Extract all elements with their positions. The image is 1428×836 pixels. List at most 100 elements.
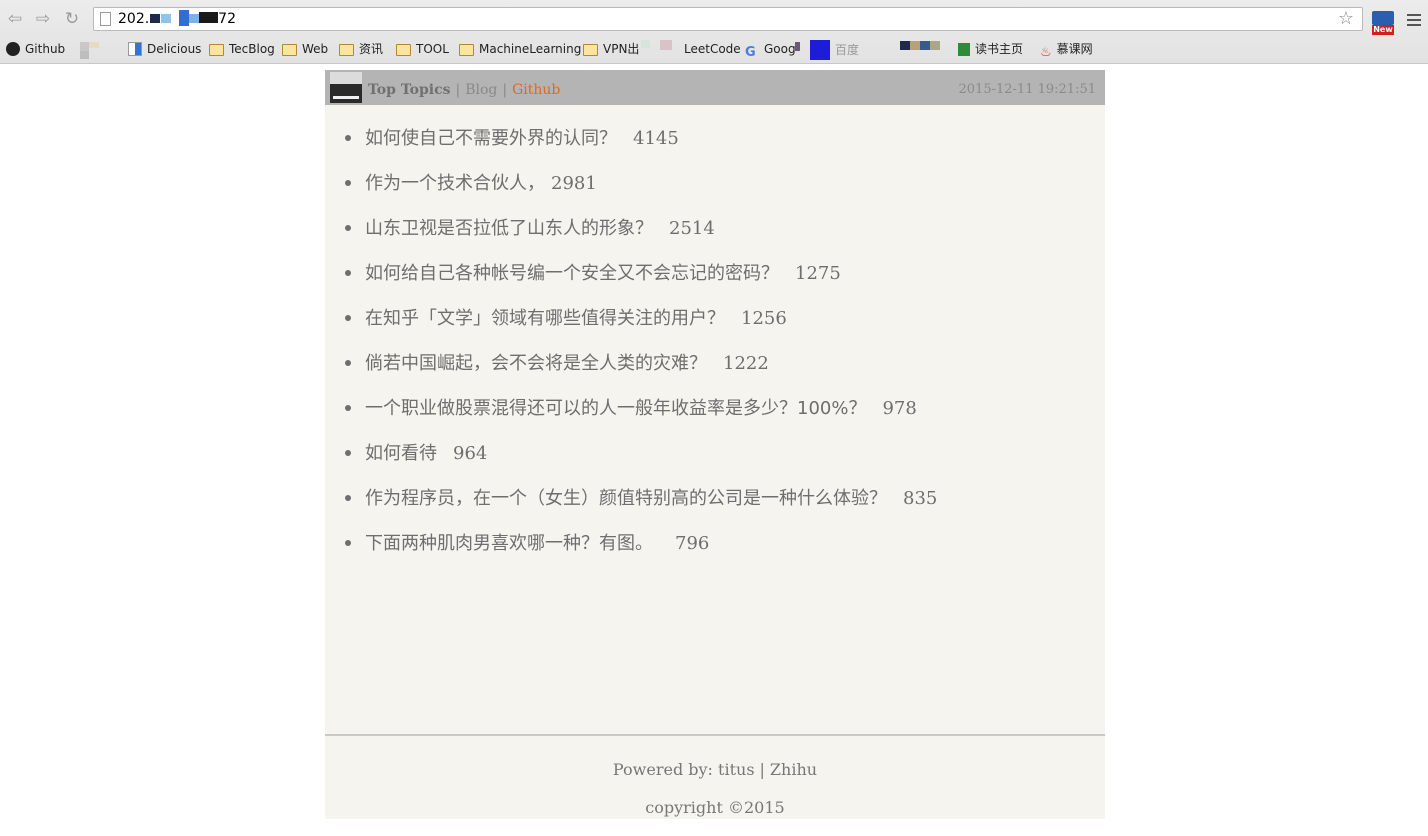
baidu-icon	[810, 40, 830, 60]
topic-count: 978	[882, 398, 917, 419]
folder-icon	[209, 44, 224, 56]
list-item: 如何使自己不需要外界的认同？ 4145	[325, 116, 1105, 161]
list-item: 如何给自己各种帐号编一个安全又不会忘记的密码？ 1275	[325, 251, 1105, 296]
topic-count: 2981	[551, 173, 597, 194]
github-icon	[6, 42, 20, 56]
back-arrow-icon[interactable]: ⇦	[4, 8, 26, 30]
bullet-icon	[345, 405, 351, 411]
footer-divider	[325, 734, 1105, 736]
list-item: 作为程序员，在一个（女生）颜值特别高的公司是一种什么体验？ 835	[325, 476, 1105, 521]
bullet-icon	[345, 270, 351, 276]
blurred-bookmark-icon	[930, 41, 940, 50]
bullet-icon	[345, 450, 351, 456]
topic-count: 2514	[669, 218, 715, 239]
footer-credits: Powered by: titus | Zhihu	[325, 756, 1105, 794]
footer-copyright: copyright ©2015	[645, 798, 785, 817]
bookmark-google[interactable]: G Goog	[745, 40, 796, 60]
list-item: 山东卫视是否拉低了山东人的形象？ 2514	[325, 206, 1105, 251]
blurred-bookmark-icon	[80, 42, 89, 51]
topic-title-link[interactable]: 一个职业做股票混得还可以的人一般年收益率是多少？100%？	[365, 398, 866, 419]
folder-icon	[282, 44, 297, 56]
bookmark-baidu[interactable]: 百度	[810, 40, 859, 60]
nav-link-github[interactable]: Github	[512, 82, 560, 98]
topic-count: 1275	[795, 263, 841, 284]
bullet-icon	[345, 360, 351, 366]
blurred-bookmark-icon	[910, 41, 920, 50]
bookmark-vpn[interactable]: VPN出	[583, 40, 639, 58]
topic-title-link[interactable]: 在知乎「文学」领域有哪些值得关注的用户？	[365, 308, 725, 329]
folder-icon	[459, 44, 474, 56]
blurred-bookmark-icon	[641, 40, 650, 48]
topic-title-link[interactable]: 如何给自己各种帐号编一个安全又不会忘记的密码？	[365, 263, 779, 284]
delicious-icon	[128, 42, 142, 56]
bookmark-star-icon[interactable]: ☆	[1338, 8, 1354, 30]
topic-count: 835	[903, 488, 938, 509]
topic-count: 1222	[723, 353, 769, 374]
reload-icon[interactable]: ↻	[61, 8, 83, 30]
site-logo[interactable]	[330, 72, 362, 103]
topic-title-link[interactable]: 下面两种肌肉男喜欢哪一种？有图。	[365, 533, 653, 554]
bullet-icon	[345, 225, 351, 231]
blurred-bookmark-icon	[920, 41, 930, 50]
blurred-bookmark-icon	[660, 40, 672, 50]
bookmark-douban-read[interactable]: 读书主页	[958, 40, 1023, 58]
book-icon	[958, 43, 970, 56]
fire-icon: ♨	[1040, 45, 1052, 60]
header-bar: Top Topics | Blog | Github 2015-12-11 19:21:…	[325, 70, 1105, 105]
list-item: 倘若中国崛起，会不会将是全人类的灾难？ 1222	[325, 341, 1105, 386]
topic-count: 964	[453, 443, 488, 464]
blurred-bookmark-icon	[900, 41, 910, 50]
bookmarks-bar: Github Delicious TecBlog Web 资讯 TOOL Mac…	[0, 38, 1428, 60]
footer-separator: |	[759, 760, 765, 779]
topic-title-link[interactable]: 如何使自己不需要外界的认同？	[365, 128, 617, 149]
bookmark-news[interactable]: 资讯	[339, 40, 383, 58]
topic-title-link[interactable]: 倘若中国崛起，会不会将是全人类的灾难？	[365, 353, 707, 374]
header-datetime: 2015-12-11 19:21:51	[958, 82, 1096, 97]
list-item: 作为一个技术合伙人， 2981	[325, 161, 1105, 206]
bookmark-imooc[interactable]: ♨ 慕课网	[1040, 40, 1093, 60]
footer-zhihu-link[interactable]: Zhihu	[770, 760, 817, 779]
topic-title-link[interactable]: 如何看待	[365, 443, 437, 464]
page-icon	[100, 12, 111, 26]
nav-separator: |	[455, 82, 461, 98]
bullet-icon	[345, 315, 351, 321]
topic-list: 如何使自己不需要外界的认同？ 4145 作为一个技术合伙人， 2981 山东卫视是否…	[325, 116, 1105, 566]
list-item: 下面两种肌肉男喜欢哪一种？有图。 796	[325, 521, 1105, 566]
bookmark-tecblog[interactable]: TecBlog	[209, 40, 275, 58]
page-container: Top Topics | Blog | Github 2015-12-11 19:21:…	[325, 70, 1105, 819]
browser-toolbar: ⇦ ⇨ ↻ 202. 72 ☆ New	[0, 4, 1428, 35]
blurred-bookmark-icon	[89, 42, 99, 48]
footer-author-link[interactable]: titus	[718, 760, 755, 779]
topic-title-link[interactable]: 山东卫视是否拉低了山东人的形象？	[365, 218, 653, 239]
extension-icon[interactable]: New	[1372, 11, 1394, 35]
nav-separator: |	[502, 82, 508, 98]
forward-arrow-icon[interactable]: ⇨	[32, 8, 54, 30]
footer: Powered by: titus | Zhihu copyright ©2015	[325, 756, 1105, 832]
list-item: 在知乎「文学」领域有哪些值得关注的用户？ 1256	[325, 296, 1105, 341]
bookmark-tool[interactable]: TOOL	[396, 40, 449, 58]
list-item: 如何看待 964	[325, 431, 1105, 476]
topic-count: 4145	[633, 128, 679, 149]
bookmark-machinelearning[interactable]: MachineLearning	[459, 40, 581, 58]
topic-count: 1256	[741, 308, 787, 329]
folder-icon	[396, 44, 411, 56]
google-icon: G	[745, 45, 756, 60]
top-nav: Top Topics | Blog | Github	[368, 70, 560, 105]
blurred-bookmark-icon	[795, 42, 800, 51]
topic-title-link[interactable]: 作为程序员，在一个（女生）颜值特别高的公司是一种什么体验？	[365, 488, 887, 509]
topic-title-link[interactable]: 作为一个技术合伙人，	[365, 173, 545, 194]
bullet-icon	[345, 540, 351, 546]
bullet-icon	[345, 135, 351, 141]
bookmark-delicious[interactable]: Delicious	[128, 40, 201, 58]
bookmark-web[interactable]: Web	[282, 40, 328, 58]
address-bar[interactable]: 202. 72 ☆	[93, 7, 1363, 31]
menu-icon[interactable]	[1407, 14, 1421, 29]
bookmark-leetcode[interactable]: LeetCode	[684, 40, 741, 58]
url-text: 202. 72	[118, 10, 236, 27]
browser-chrome: ⇦ ⇨ ↻ 202. 72 ☆ New Github Delicious TecB…	[0, 0, 1428, 64]
nav-link-blog[interactable]: Blog	[465, 82, 497, 98]
bookmark-github[interactable]: Github	[6, 40, 65, 58]
folder-icon	[339, 44, 354, 56]
list-item: 一个职业做股票混得还可以的人一般年收益率是多少？100%？ 978	[325, 386, 1105, 431]
brand-top-topics[interactable]: Top Topics	[368, 82, 450, 98]
